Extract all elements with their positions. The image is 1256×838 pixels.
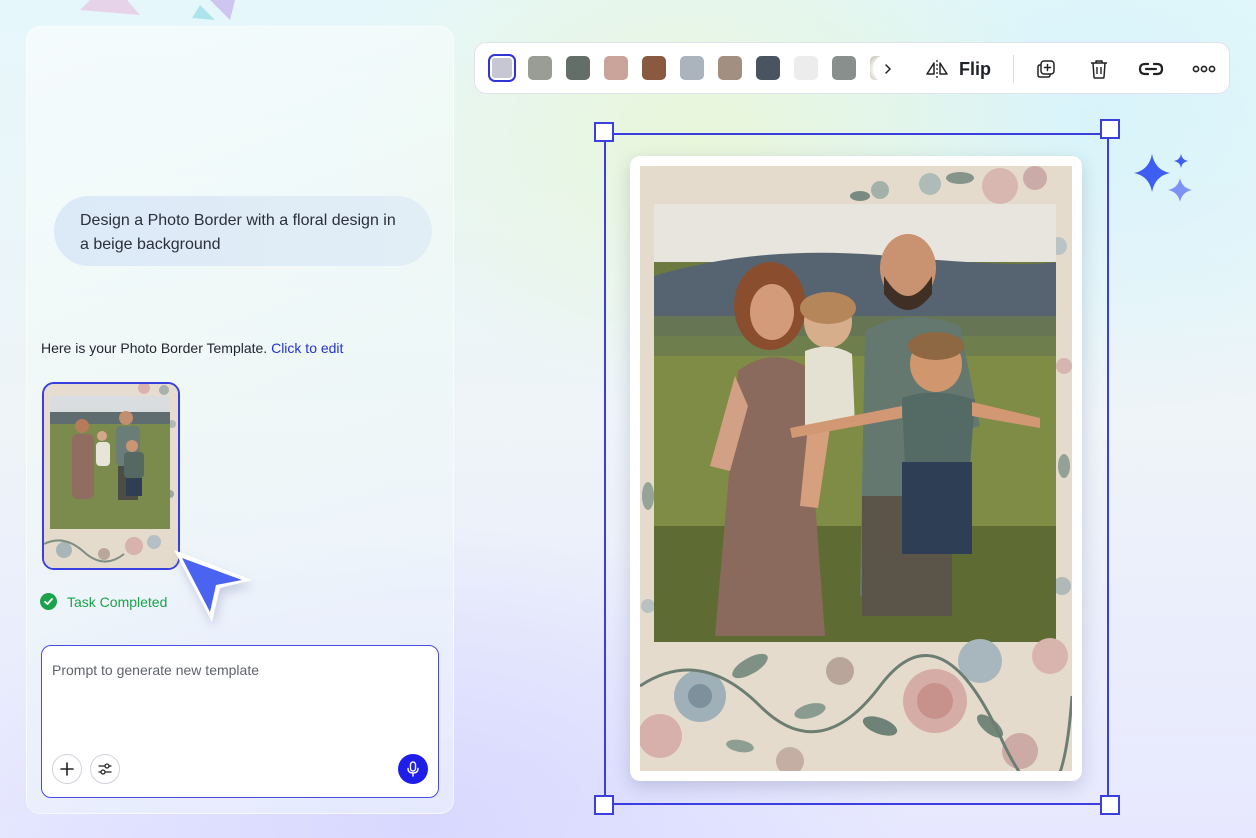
color-swatch[interactable] xyxy=(566,56,590,80)
assistant-message: Here is your Photo Border Template. Clic… xyxy=(41,340,343,356)
microphone-icon xyxy=(407,761,419,777)
color-swatch[interactable] xyxy=(718,56,742,80)
color-swatch[interactable] xyxy=(794,56,818,80)
more-options-button[interactable] xyxy=(1191,56,1217,82)
resize-handle-bottom-right[interactable] xyxy=(1100,795,1120,815)
color-swatch[interactable] xyxy=(528,56,552,80)
delete-button[interactable] xyxy=(1086,56,1112,82)
color-swatch[interactable] xyxy=(756,56,780,80)
resize-handle-top-left[interactable] xyxy=(594,122,614,142)
add-attachment-button[interactable] xyxy=(52,754,82,784)
color-swatch[interactable] xyxy=(642,56,666,80)
settings-button[interactable] xyxy=(90,754,120,784)
task-status-label: Task Completed xyxy=(67,593,168,610)
chat-panel: Design a Photo Border with a floral desi… xyxy=(26,26,454,814)
flip-label: Flip xyxy=(959,58,991,79)
toolbar-divider xyxy=(1013,55,1014,83)
color-swatch[interactable] xyxy=(488,54,516,82)
prompt-box xyxy=(41,645,439,798)
sparkle-icon xyxy=(1134,154,1192,202)
trash-icon xyxy=(1091,60,1107,79)
color-swatch[interactable] xyxy=(832,56,856,80)
sliders-icon xyxy=(98,763,112,775)
color-swatch[interactable] xyxy=(680,56,704,80)
flip-button[interactable]: Flip xyxy=(925,53,991,85)
resize-handle-bottom-left[interactable] xyxy=(594,795,614,815)
link-button[interactable] xyxy=(1138,56,1164,82)
flip-icon xyxy=(926,60,948,78)
cursor-arrow-icon xyxy=(174,550,252,622)
plus-icon xyxy=(60,762,74,776)
color-swatch[interactable] xyxy=(604,56,628,80)
prompt-input[interactable] xyxy=(52,662,428,742)
link-icon xyxy=(1138,62,1164,76)
task-status: Task Completed xyxy=(40,593,167,610)
resize-handle-top-right[interactable] xyxy=(1100,119,1120,139)
editor-toolbar: Flip xyxy=(474,42,1230,94)
more-icon xyxy=(1192,65,1216,73)
check-circle-icon xyxy=(40,593,57,610)
template-thumbnail[interactable] xyxy=(42,382,180,570)
duplicate-button[interactable] xyxy=(1033,56,1059,82)
chevron-right-icon xyxy=(885,64,891,74)
assistant-message-text: Here is your Photo Border Template. xyxy=(41,340,268,356)
more-colors-button[interactable] xyxy=(873,54,903,84)
template-thumbnail-image xyxy=(44,384,178,568)
duplicate-icon xyxy=(1037,60,1055,78)
color-swatches xyxy=(475,43,887,93)
click-to-edit-link[interactable]: Click to edit xyxy=(271,340,343,356)
microphone-button[interactable] xyxy=(398,754,428,784)
user-prompt-bubble: Design a Photo Border with a floral desi… xyxy=(54,196,432,266)
selection-box[interactable] xyxy=(604,133,1109,805)
